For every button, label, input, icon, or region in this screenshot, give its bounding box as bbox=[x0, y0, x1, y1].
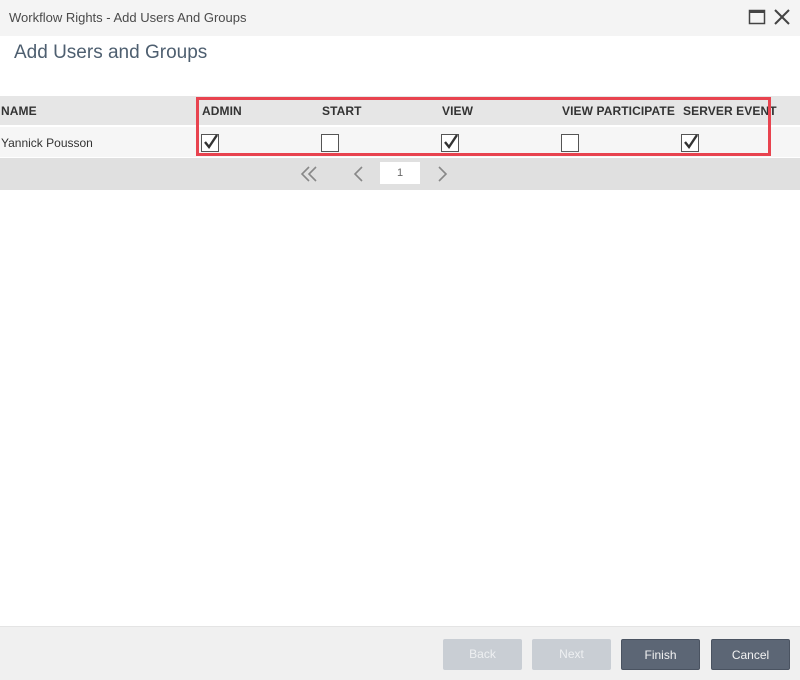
dialog-footer: Back Next Finish Cancel bbox=[0, 626, 800, 680]
chevron-left-icon[interactable] bbox=[349, 164, 371, 184]
column-header-view[interactable]: VIEW bbox=[442, 104, 473, 118]
server-event-checkbox[interactable] bbox=[681, 134, 699, 152]
title-bar: Workflow Rights - Add Users And Groups bbox=[0, 0, 800, 36]
grid-header: NAME ADMIN START VIEW VIEW PARTICIPATE S… bbox=[0, 96, 800, 125]
view-checkbox[interactable] bbox=[441, 134, 459, 152]
checkmark-icon bbox=[684, 134, 698, 150]
window-title: Workflow Rights - Add Users And Groups bbox=[9, 10, 247, 25]
cancel-button[interactable]: Cancel bbox=[711, 639, 790, 670]
admin-checkbox[interactable] bbox=[201, 134, 219, 152]
back-button[interactable]: Back bbox=[443, 639, 522, 670]
close-icon[interactable] bbox=[773, 8, 791, 26]
chevron-right-icon[interactable] bbox=[431, 164, 453, 184]
checkmark-icon bbox=[204, 134, 218, 150]
next-button[interactable]: Next bbox=[532, 639, 611, 670]
page-title: Add Users and Groups bbox=[14, 42, 208, 63]
finish-button[interactable]: Finish bbox=[621, 639, 700, 670]
start-checkbox[interactable] bbox=[321, 134, 339, 152]
table-row[interactable]: Yannick Pousson bbox=[0, 126, 800, 157]
pager: 1 bbox=[0, 158, 800, 190]
column-header-admin[interactable]: ADMIN bbox=[202, 104, 242, 118]
current-page[interactable]: 1 bbox=[380, 162, 420, 184]
view-participate-checkbox[interactable] bbox=[561, 134, 579, 152]
maximize-icon[interactable] bbox=[748, 8, 766, 26]
double-chevron-left-icon[interactable] bbox=[299, 164, 321, 184]
column-header-name[interactable]: NAME bbox=[1, 104, 37, 118]
user-name: Yannick Pousson bbox=[1, 136, 93, 150]
column-header-view-participate[interactable]: VIEW PARTICIPATE bbox=[562, 104, 675, 118]
column-header-server-event[interactable]: SERVER EVENT bbox=[683, 104, 777, 118]
column-header-start[interactable]: START bbox=[322, 104, 362, 118]
checkmark-icon bbox=[444, 134, 458, 150]
